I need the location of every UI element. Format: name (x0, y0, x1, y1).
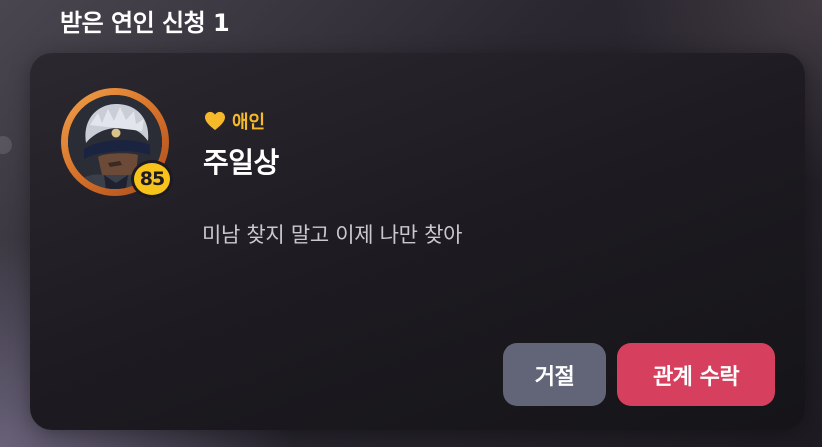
requester-name: 주일상 (203, 146, 279, 179)
relation-label: 애인 (232, 112, 266, 133)
request-message: 미남 찾지 말고 이제 나만 찾아 (202, 223, 463, 247)
avatar[interactable]: 85 (61, 88, 173, 198)
heart-icon (205, 111, 225, 131)
accept-relationship-button[interactable]: 관계 수락 (617, 343, 775, 406)
side-indicator-dot (0, 136, 12, 154)
reject-button[interactable]: 거절 (503, 343, 606, 406)
level-badge: 85 (131, 160, 173, 198)
love-request-card: 85 애인 주일상 미남 찾지 말고 이제 나만 찾아 거절 관계 수락 (30, 53, 805, 430)
section-title: 받은 연인 신청 1 (60, 9, 230, 37)
relation-tag: 애인 (204, 108, 265, 134)
